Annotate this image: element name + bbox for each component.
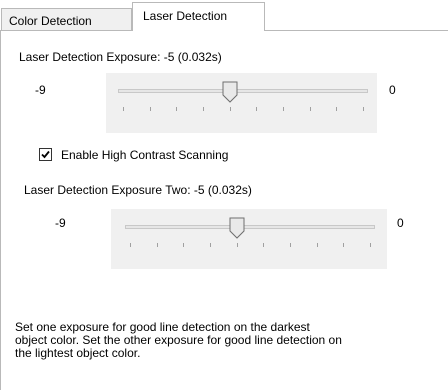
exposure-description: Set one exposure for good line detection… <box>15 321 447 360</box>
slider-tick <box>263 243 265 247</box>
high-contrast-checkbox[interactable] <box>39 148 52 161</box>
slider-tick <box>370 243 371 247</box>
exposure-two-slider-thumb[interactable] <box>229 217 245 239</box>
checkmark-icon <box>41 150 50 159</box>
tab-strip: Color Detection Laser Detection <box>0 0 448 31</box>
tab-laser-detection-label: Laser Detection <box>143 9 228 23</box>
slider-tick <box>236 243 238 247</box>
slider-tick <box>336 107 338 111</box>
high-contrast-label: Enable High Contrast Scanning <box>61 148 229 162</box>
exposure-two-min-label: -9 <box>55 216 66 230</box>
exposure-label: Laser Detection Exposure: -5 (0.032s) <box>19 50 222 64</box>
slider-tick <box>130 243 131 247</box>
slider-tick <box>290 243 291 247</box>
slider-tick <box>229 107 231 111</box>
exposure-two-slider-track <box>125 225 375 229</box>
slider-tick <box>210 243 211 247</box>
exposure-max-label: 0 <box>389 83 396 97</box>
slider-tick <box>203 107 204 111</box>
slider-tick <box>283 107 284 111</box>
slider-tick <box>183 243 185 247</box>
slider-tick <box>156 243 158 247</box>
tab-color-detection[interactable]: Color Detection <box>1 8 132 30</box>
exposure-two-slider[interactable] <box>111 209 387 269</box>
slider-tick <box>123 107 124 111</box>
exposure-two-max-label: 0 <box>397 216 404 230</box>
slider-tick <box>176 107 178 111</box>
slider-tick <box>149 107 151 111</box>
laser-detection-panel: Laser Detection Exposure: -5 (0.032s) -9… <box>0 30 448 390</box>
exposure-slider-track <box>118 89 368 93</box>
exposure-slider-thumb[interactable] <box>222 81 238 103</box>
tab-color-detection-label: Color Detection <box>9 14 92 28</box>
slider-tick <box>316 243 318 247</box>
exposure-two-label: Laser Detection Exposure Two: -5 (0.032s… <box>24 183 252 197</box>
slider-tick <box>256 107 258 111</box>
exposure-min-label: -9 <box>35 83 46 97</box>
tab-laser-detection[interactable]: Laser Detection <box>132 2 265 31</box>
description-line-3: the lightest object color. <box>15 346 141 360</box>
slider-tick <box>309 107 311 111</box>
exposure-slider[interactable] <box>106 73 377 133</box>
slider-tick <box>343 243 345 247</box>
slider-tick <box>363 107 364 111</box>
